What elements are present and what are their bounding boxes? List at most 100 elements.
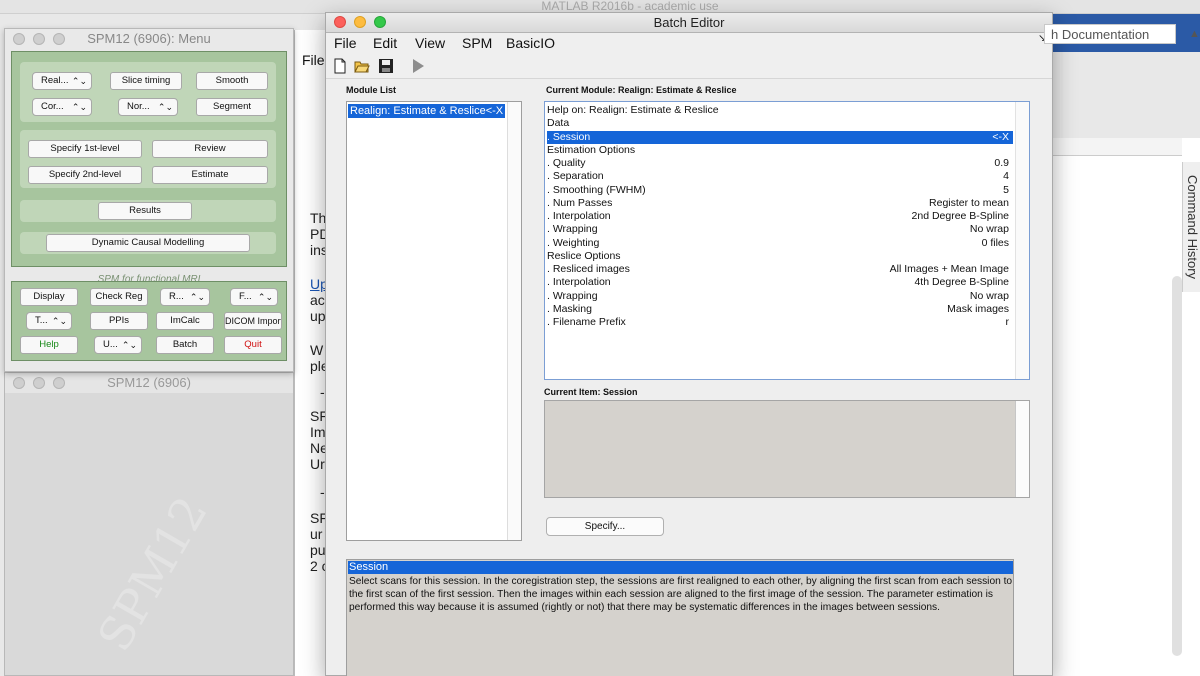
zoom-icon[interactable] <box>53 377 65 389</box>
new-file-icon[interactable] <box>332 58 348 74</box>
option-value: Mask images <box>947 302 1009 315</box>
menu-edit[interactable]: Edit <box>373 35 397 51</box>
smooth-button[interactable]: Smooth <box>196 72 268 90</box>
module-option-row[interactable]: Reslice Options <box>547 250 1013 263</box>
dcm-button[interactable]: Dynamic Causal Modelling <box>46 234 250 252</box>
option-value: All Images + Mean Image <box>889 263 1009 275</box>
module-option-row[interactable]: . Filename Prefix r <box>547 316 1013 329</box>
updown-chevron-icon: ⌃⌄ <box>121 340 137 350</box>
option-label: Reslice Options <box>547 249 621 262</box>
doc-text-fragment: up <box>310 308 326 324</box>
module-list-item[interactable]: Realign: Estimate & Reslice<-X <box>348 104 506 118</box>
imcalc-button[interactable]: ImCalc <box>156 312 214 330</box>
option-label: . Quality <box>547 157 586 169</box>
menu-file[interactable]: File <box>334 35 357 51</box>
option-label: Help on: Realign: Estimate & Reslice <box>547 104 719 116</box>
module-option-row[interactable]: . Interpolation 4th Degree B-Spline <box>547 276 1013 289</box>
doc-text-fragment: Im <box>310 424 326 440</box>
documentation-search-input[interactable]: h Documentation <box>1044 24 1176 44</box>
option-label: . Wrapping <box>547 289 598 302</box>
open-folder-icon[interactable] <box>354 58 370 74</box>
module-list[interactable]: Realign: Estimate & Reslice<-X <box>346 101 522 541</box>
option-label: . Masking <box>547 302 592 315</box>
slice-timing-button[interactable]: Slice timing <box>110 72 182 90</box>
module-option-row[interactable]: . Smoothing (FWHM) 5 <box>547 184 1013 197</box>
help-browser-file-menu[interactable]: File <box>302 52 325 68</box>
current-module-scrollbar[interactable] <box>1015 102 1029 379</box>
batch-editor-title: Batch Editor <box>653 15 725 30</box>
doc-text-fragment: - <box>320 384 325 400</box>
option-label: . Interpolation <box>547 276 611 289</box>
ppis-button[interactable]: PPIs <box>90 312 148 330</box>
module-option-row[interactable]: . Separation 4 <box>547 170 1013 183</box>
estimate-button[interactable]: Estimate <box>152 166 268 184</box>
check-reg-button[interactable]: Check Reg <box>90 288 148 306</box>
module-option-row[interactable]: . Interpolation 2nd Degree B-Spline <box>547 210 1013 223</box>
batch-editor-titlebar: Batch Editor <box>326 13 1052 33</box>
batch-menubar: File Edit View SPM BasicIO ↘ <box>326 33 1052 53</box>
current-item-scrollbar[interactable] <box>1015 401 1029 497</box>
results-button[interactable]: Results <box>98 202 192 220</box>
fmri-popup[interactable]: F... ⌃⌄ <box>230 288 278 306</box>
model-specification-panel: Specify 1st-level Review Specify 2nd-lev… <box>20 130 276 188</box>
module-option-row[interactable]: . Session <-X <box>547 130 1013 144</box>
option-value: Register to mean <box>929 196 1009 209</box>
module-option-row[interactable]: . Wrapping No wrap <box>547 223 1013 236</box>
utils-popup[interactable]: U... ⌃⌄ <box>94 336 142 354</box>
command-history-tab[interactable]: Command History <box>1182 162 1200 292</box>
module-option-row[interactable]: Help on: Realign: Estimate & Reslice <box>547 104 1013 117</box>
option-value: 0 files <box>981 236 1009 249</box>
menu-spm[interactable]: SPM <box>462 35 492 51</box>
minimize-icon[interactable] <box>33 33 45 45</box>
module-option-row[interactable]: . Weighting 0 files <box>547 237 1013 250</box>
close-icon[interactable] <box>13 377 25 389</box>
segment-button[interactable]: Segment <box>196 98 268 116</box>
module-option-row[interactable]: . Masking Mask images <box>547 303 1013 316</box>
quit-button[interactable]: Quit <box>224 336 282 354</box>
option-label: . Resliced images <box>547 263 630 275</box>
menu-view[interactable]: View <box>415 35 445 51</box>
command-history-header <box>1052 138 1182 156</box>
specify-1st-level-button[interactable]: Specify 1st-level <box>28 140 142 158</box>
module-option-row[interactable]: . Resliced images All Images + Mean Image <box>547 263 1013 276</box>
module-list-label: Module List <box>346 85 396 95</box>
display-button[interactable]: Display <box>20 288 78 306</box>
coregister-popup[interactable]: Cor... ⌃⌄ <box>32 98 92 116</box>
specify-button[interactable]: Specify... <box>546 517 664 536</box>
module-option-row[interactable]: . Quality 0.9 <box>547 157 1013 170</box>
current-module-label: Current Module: Realign: Estimate & Resl… <box>546 85 737 95</box>
updown-chevron-icon: ⌃⌄ <box>71 76 87 86</box>
doc-text-fragment: Ur <box>310 456 325 472</box>
search-icon[interactable]: ▲ <box>1189 28 1200 40</box>
run-icon[interactable] <box>410 58 426 74</box>
render-popup[interactable]: R... ⌃⌄ <box>160 288 210 306</box>
option-value: 0.9 <box>994 157 1009 169</box>
current-item-label: Current Item: Session <box>544 387 638 397</box>
dicom-import-button[interactable]: DICOM Import <box>224 312 282 330</box>
specify-2nd-level-button[interactable]: Specify 2nd-level <box>28 166 142 184</box>
doc-text-fragment: Th <box>310 210 327 226</box>
help-button[interactable]: Help <box>20 336 78 354</box>
command-history-scrollbar[interactable] <box>1172 276 1182 656</box>
review-button[interactable]: Review <box>152 140 268 158</box>
normalise-popup[interactable]: Nor... ⌃⌄ <box>118 98 178 116</box>
module-option-row[interactable]: . Num Passes Register to mean <box>547 197 1013 210</box>
minimize-icon[interactable] <box>33 377 45 389</box>
module-option-row[interactable]: Estimation Options <box>547 144 1013 157</box>
realign-popup[interactable]: Real... ⌃⌄ <box>32 72 92 90</box>
current-module-list[interactable]: Help on: Realign: Estimate & Reslice Data… <box>544 101 1030 380</box>
option-label: . Smoothing (FWHM) <box>547 183 646 196</box>
current-item-box[interactable] <box>544 400 1030 498</box>
batch-button[interactable]: Batch <box>156 336 214 354</box>
close-icon[interactable] <box>13 33 25 45</box>
spm-graphics-window: SPM12 (6906) SPM12 <box>4 372 294 676</box>
option-label: . Session <box>547 130 591 143</box>
module-list-scrollbar[interactable] <box>507 102 521 540</box>
module-option-row[interactable]: Data <box>547 117 1013 130</box>
module-option-row[interactable]: . Wrapping No wrap <box>547 290 1013 303</box>
save-icon[interactable] <box>378 58 394 74</box>
toolbox-popup[interactable]: T... ⌃⌄ <box>26 312 72 330</box>
zoom-icon[interactable] <box>53 33 65 45</box>
spm12-watermark-logo: SPM12 <box>87 487 218 660</box>
menu-basicio[interactable]: BasicIO <box>506 35 555 51</box>
